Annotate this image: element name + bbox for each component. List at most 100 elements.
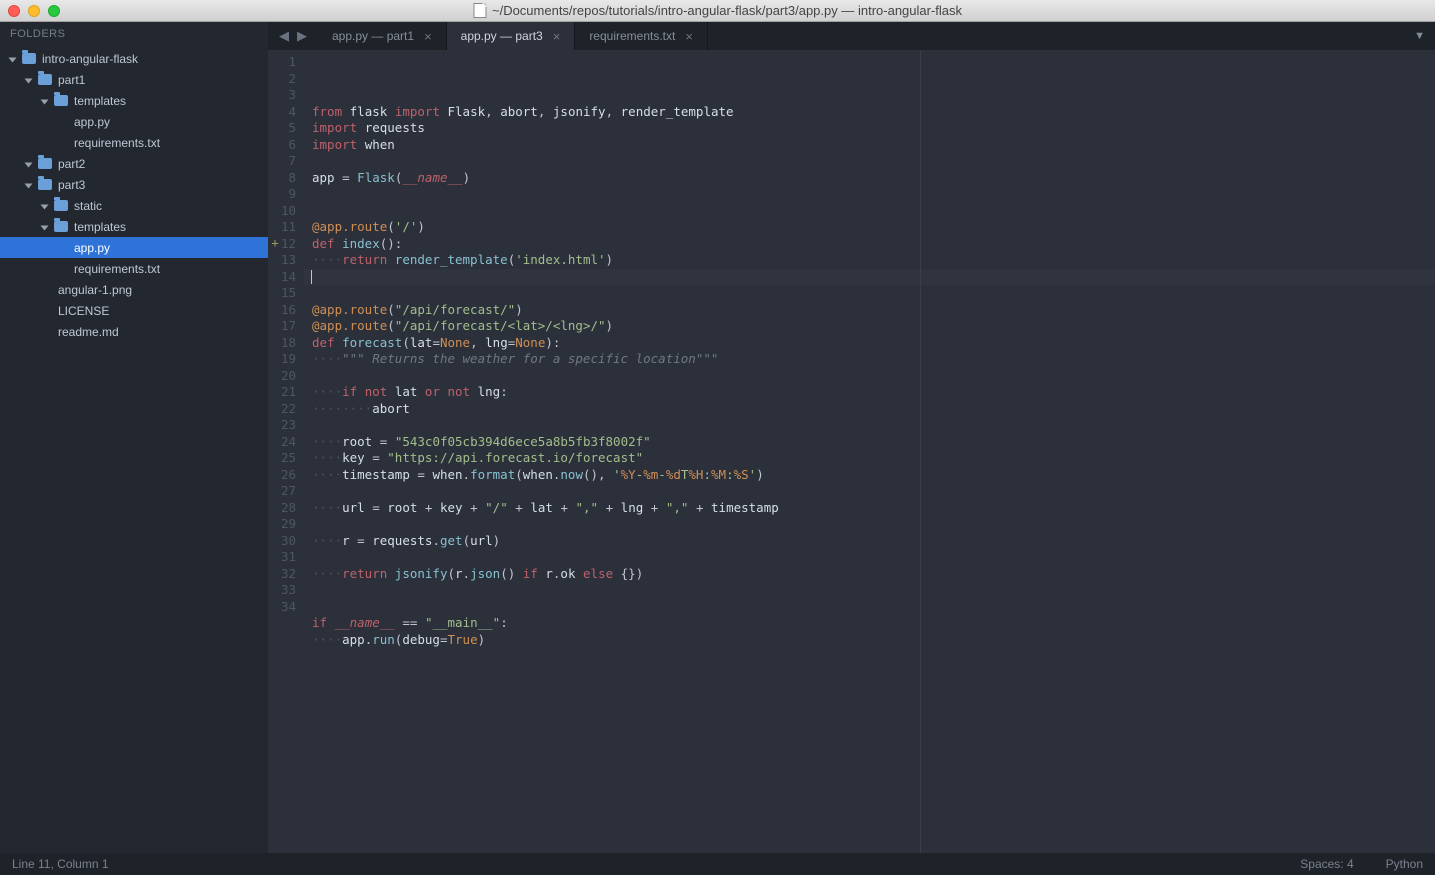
tab[interactable]: app.py — part3× <box>447 22 576 50</box>
line-number[interactable]: 1 <box>268 54 296 71</box>
line-number[interactable]: 27 <box>268 483 296 500</box>
tab-overflow-button[interactable]: ▼ <box>1404 30 1435 42</box>
line-number[interactable]: 17 <box>268 318 296 335</box>
code-line[interactable]: ····if not lat or not lng: <box>312 384 1435 401</box>
tree-file[interactable]: requirements.txt <box>0 258 268 279</box>
code-line[interactable]: from flask import Flask, abort, jsonify,… <box>312 104 1435 121</box>
tree-file[interactable]: requirements.txt <box>0 132 268 153</box>
line-number[interactable]: 7 <box>268 153 296 170</box>
code-line[interactable] <box>312 417 1435 434</box>
tree-folder[interactable]: intro-angular-flask <box>0 48 268 69</box>
line-number[interactable]: 15 <box>268 285 296 302</box>
code-line[interactable]: import when <box>312 137 1435 154</box>
code-line[interactable]: @app.route("/api/forecast/<lat>/<lng>/") <box>312 318 1435 335</box>
line-number[interactable]: 24 <box>268 434 296 451</box>
line-number[interactable]: 2 <box>268 71 296 88</box>
line-number[interactable]: 4 <box>268 104 296 121</box>
code-line[interactable]: ····return render_template('index.html') <box>312 252 1435 269</box>
window-minimize-button[interactable] <box>28 5 40 17</box>
tab-close-button[interactable]: × <box>685 29 693 44</box>
tree-file[interactable]: readme.md <box>0 321 268 342</box>
code-line[interactable]: import requests <box>312 120 1435 137</box>
tree-file[interactable]: app.py <box>0 237 268 258</box>
code-line[interactable] <box>312 483 1435 500</box>
line-number[interactable]: 25 <box>268 450 296 467</box>
line-number[interactable]: 31 <box>268 549 296 566</box>
line-number[interactable]: 34 <box>268 599 296 616</box>
code-line[interactable]: def forecast(lat=None, lng=None): <box>312 335 1435 352</box>
line-number[interactable]: 6 <box>268 137 296 154</box>
code-line[interactable]: @app.route("/api/forecast/") <box>312 302 1435 319</box>
line-number[interactable]: 13 <box>268 252 296 269</box>
code-line[interactable]: ········abort <box>312 401 1435 418</box>
status-indent[interactable]: Spaces: 4 <box>1300 857 1353 871</box>
tree-folder[interactable]: templates <box>0 90 268 111</box>
line-number[interactable]: 20 <box>268 368 296 385</box>
code-line[interactable]: ····r = requests.get(url) <box>312 533 1435 550</box>
line-number[interactable]: 18 <box>268 335 296 352</box>
line-number[interactable]: 33 <box>268 582 296 599</box>
line-number[interactable]: 29 <box>268 516 296 533</box>
tree-folder[interactable]: part3 <box>0 174 268 195</box>
tree-folder[interactable]: templates <box>0 216 268 237</box>
code-line[interactable] <box>312 203 1435 220</box>
nav-back-button[interactable]: ◀ <box>276 28 292 44</box>
line-number[interactable]: 19 <box>268 351 296 368</box>
line-number[interactable]: 11 <box>268 219 296 236</box>
line-number[interactable]: 16 <box>268 302 296 319</box>
tree-file[interactable]: app.py <box>0 111 268 132</box>
tab-close-button[interactable]: × <box>553 29 561 44</box>
line-number[interactable]: 28 <box>268 500 296 517</box>
line-number[interactable]: 3 <box>268 87 296 104</box>
line-number[interactable]: 9 <box>268 186 296 203</box>
line-number[interactable]: 10 <box>268 203 296 220</box>
line-number[interactable]: 30 <box>268 533 296 550</box>
status-syntax[interactable]: Python <box>1386 857 1423 871</box>
code-line[interactable] <box>312 516 1435 533</box>
code-line[interactable]: app = Flask(__name__) <box>312 170 1435 187</box>
line-number[interactable]: 32 <box>268 566 296 583</box>
code-line[interactable]: @app.route('/') <box>312 219 1435 236</box>
editor-body[interactable]: 1234567891011121314151617181920212223242… <box>268 50 1435 853</box>
tree-folder[interactable]: part1 <box>0 69 268 90</box>
tree-file[interactable]: LICENSE <box>0 300 268 321</box>
line-number[interactable]: 22 <box>268 401 296 418</box>
code-line[interactable] <box>312 582 1435 599</box>
traffic-lights <box>8 5 60 17</box>
window-maximize-button[interactable] <box>48 5 60 17</box>
line-number[interactable]: 21 <box>268 384 296 401</box>
code-line[interactable] <box>312 153 1435 170</box>
line-number[interactable]: 14 <box>268 269 296 286</box>
code-line[interactable]: ····app.run(debug=True) <box>312 632 1435 649</box>
line-number[interactable]: 23 <box>268 417 296 434</box>
code-line[interactable] <box>312 549 1435 566</box>
tree-folder[interactable]: part2 <box>0 153 268 174</box>
code-line[interactable] <box>312 285 1435 302</box>
code-line[interactable]: def index(): <box>312 236 1435 253</box>
status-cursor-position[interactable]: Line 11, Column 1 <box>12 857 109 871</box>
code-line[interactable] <box>312 648 1435 665</box>
code-line[interactable]: ····return jsonify(r.json() if r.ok else… <box>312 566 1435 583</box>
code-line[interactable] <box>312 368 1435 385</box>
code-content[interactable]: from flask import Flask, abort, jsonify,… <box>304 50 1435 853</box>
tab-close-button[interactable]: × <box>424 29 432 44</box>
code-line[interactable]: ····""" Returns the weather for a specif… <box>312 351 1435 368</box>
code-line[interactable] <box>304 269 1435 286</box>
tree-folder[interactable]: static <box>0 195 268 216</box>
tree-file[interactable]: angular-1.png <box>0 279 268 300</box>
code-line[interactable]: ····key = "https://api.forecast.io/forec… <box>312 450 1435 467</box>
code-line[interactable] <box>312 186 1435 203</box>
code-line[interactable]: ····root = "543c0f05cb394d6ece5a8b5fb3f8… <box>312 434 1435 451</box>
nav-forward-button[interactable]: ▶ <box>294 28 310 44</box>
code-line[interactable] <box>312 599 1435 616</box>
window-close-button[interactable] <box>8 5 20 17</box>
line-number[interactable]: 26 <box>268 467 296 484</box>
code-line[interactable]: if __name__ == "__main__": <box>312 615 1435 632</box>
code-line[interactable]: ····timestamp = when.format(when.now(), … <box>312 467 1435 484</box>
line-number-gutter[interactable]: 1234567891011121314151617181920212223242… <box>268 50 304 853</box>
code-line[interactable]: ····url = root + key + "/" + lat + "," +… <box>312 500 1435 517</box>
line-number[interactable]: 8 <box>268 170 296 187</box>
line-number[interactable]: 5 <box>268 120 296 137</box>
tab[interactable]: requirements.txt× <box>575 22 708 50</box>
tab[interactable]: app.py — part1× <box>318 22 447 50</box>
